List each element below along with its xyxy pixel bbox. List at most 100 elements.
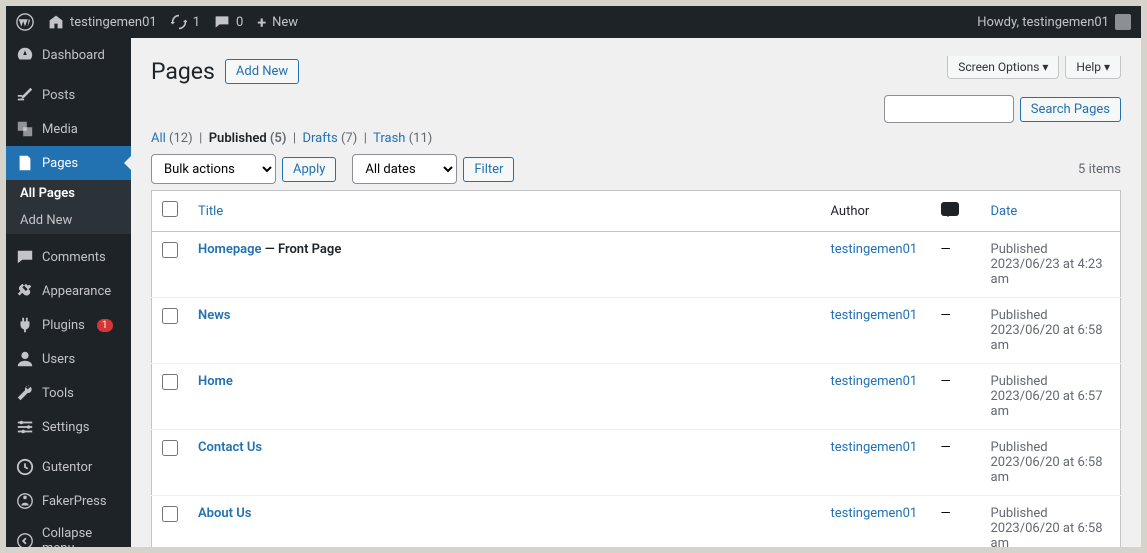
page-title-link[interactable]: About Us	[198, 506, 251, 521]
help-button[interactable]: Help ▾	[1065, 56, 1121, 79]
sidebar-item-label: Media	[42, 122, 78, 137]
date-cell: Published2023/06/20 at 6:58 am	[981, 430, 1121, 496]
row-checkbox[interactable]	[162, 242, 178, 258]
sidebar-item-label: FakerPress	[42, 494, 107, 509]
media-icon	[16, 120, 34, 138]
update-badge: 1	[97, 319, 113, 332]
table-row: Newstestingemen01—Published2023/06/20 at…	[152, 298, 1121, 364]
sidebar-item-pages[interactable]: Pages	[6, 146, 131, 180]
sidebar-item-label: Comments	[42, 250, 106, 265]
author-link[interactable]: testingemen01	[831, 374, 918, 389]
table-row: Contact Us testingemen01 —Published2023/06…	[152, 430, 1121, 496]
sidebar-item-plugins[interactable]: Plugins1	[6, 308, 131, 342]
sidebar-item-users[interactable]: Users	[6, 342, 131, 376]
author-link[interactable]: testingemen01	[831, 440, 918, 455]
filter-all[interactable]: All (12)	[151, 131, 193, 146]
author-link[interactable]: testingemen01	[831, 506, 918, 521]
table-row: Home testingemen01 —Published2023/06/20 at…	[152, 364, 1121, 430]
item-count-top: 5 items	[1078, 162, 1121, 177]
row-checkbox[interactable]	[162, 308, 178, 324]
plugins-icon	[16, 316, 34, 334]
comments-cell: —	[931, 232, 981, 298]
dashboard-icon	[16, 46, 34, 64]
author-link[interactable]: testingemen01	[831, 308, 918, 323]
date-filter-select[interactable]: All dates	[352, 154, 457, 184]
sidebar-item-gutentor[interactable]: Gutentor	[6, 450, 131, 484]
sidebar-item-label: Dashboard	[42, 48, 105, 63]
search-input[interactable]	[884, 95, 1014, 123]
select-all-top[interactable]	[162, 201, 178, 217]
sidebar-item-posts[interactable]: Posts	[6, 78, 131, 112]
page-title-link[interactable]: Contact Us	[198, 440, 262, 455]
post-state: — Front Page	[262, 242, 342, 257]
row-checkbox[interactable]	[162, 374, 178, 390]
sidebar-item-label: Settings	[42, 420, 89, 435]
my-account[interactable]: Howdy, testingemen01	[977, 14, 1131, 30]
sidebar-item-label: Appearance	[42, 284, 111, 299]
page-title-link[interactable]: Homepage	[198, 242, 262, 257]
col-date[interactable]: Date	[981, 191, 1121, 232]
sidebar-item-appearance[interactable]: Appearance	[6, 274, 131, 308]
sidebar-item-label: Posts	[42, 88, 75, 103]
status-filters: All (12) | Published (5) | Drafts (7) | …	[151, 131, 1121, 146]
sidebar-item-settings[interactable]: Settings	[6, 410, 131, 444]
users-icon	[16, 350, 34, 368]
sidebar-item-comments[interactable]: Comments	[6, 240, 131, 274]
col-comments[interactable]	[931, 191, 981, 232]
apply-button-top[interactable]: Apply	[282, 157, 336, 182]
sidebar-item-label: Tools	[42, 386, 74, 401]
author-link[interactable]: testingemen01	[831, 242, 918, 257]
col-author: Author	[821, 191, 931, 232]
sidebar-item-collapse-menu[interactable]: Collapse menu	[6, 518, 131, 547]
submenu-item-add-new[interactable]: Add New	[6, 207, 131, 234]
sidebar-item-dashboard[interactable]: Dashboard	[6, 38, 131, 72]
pages-table: Title Author Date Homepage — Front Page t…	[151, 190, 1121, 547]
date-cell: Published2023/06/20 at 6:57 am	[981, 364, 1121, 430]
table-row: About Us testingemen01 —Published2023/06/2…	[152, 496, 1121, 548]
appearance-icon	[16, 282, 34, 300]
admin-sidebar: Dashboard Posts Media Pages All PagesAdd New…	[6, 38, 131, 547]
gutentor-icon	[16, 458, 34, 476]
wp-logo[interactable]	[16, 13, 34, 31]
table-row: Homepage — Front Page testingemen01 —Publi…	[152, 232, 1121, 298]
sidebar-item-tools[interactable]: Tools	[6, 376, 131, 410]
page-title: Pages	[151, 58, 215, 85]
comments-cell: —	[931, 496, 981, 548]
add-new-button[interactable]: Add New	[225, 59, 299, 84]
sidebar-item-label: Collapse menu	[42, 526, 121, 547]
sidebar-item-label: Gutentor	[42, 460, 92, 475]
filter-drafts[interactable]: Drafts (7)	[302, 131, 357, 146]
sidebar-item-label: Pages	[42, 156, 78, 171]
filter-button[interactable]: Filter	[463, 157, 514, 182]
filter-published[interactable]: Published (5)	[209, 131, 287, 146]
page-title-link[interactable]: Home	[198, 374, 233, 389]
search-submit-button[interactable]: Search Pages	[1020, 97, 1121, 122]
updates-link[interactable]: 1	[171, 14, 200, 30]
settings-icon	[16, 418, 34, 436]
date-cell: Published2023/06/20 at 6:58 am	[981, 496, 1121, 548]
admin-toolbar: testingemen01 1 0 +New Howdy, testingeme…	[6, 6, 1141, 38]
fakerpress-icon	[16, 492, 34, 510]
comments-link[interactable]: 0	[214, 14, 243, 30]
pages-icon	[16, 154, 34, 172]
row-checkbox[interactable]	[162, 506, 178, 522]
new-content-link[interactable]: +New	[257, 13, 298, 32]
posts-icon	[16, 86, 34, 104]
row-checkbox[interactable]	[162, 440, 178, 456]
page-title-link[interactable]: News	[198, 308, 230, 323]
filter-trash[interactable]: Trash (11)	[373, 131, 432, 146]
date-cell: Published2023/06/23 at 4:23 am	[981, 232, 1121, 298]
site-name-link[interactable]: testingemen01	[48, 14, 157, 30]
comment-icon	[941, 202, 959, 216]
date-cell: Published2023/06/20 at 6:58 am	[981, 298, 1121, 364]
comments-cell: —	[931, 364, 981, 430]
comments-cell: —	[931, 430, 981, 496]
bulk-actions-select-top[interactable]: Bulk actions	[151, 154, 276, 184]
sidebar-item-media[interactable]: Media	[6, 112, 131, 146]
sidebar-item-fakerpress[interactable]: FakerPress	[6, 484, 131, 518]
submenu-item-all-pages[interactable]: All Pages	[6, 180, 131, 207]
col-title[interactable]: Title	[188, 191, 821, 232]
screen-options-button[interactable]: Screen Options ▾	[947, 56, 1059, 79]
sidebar-item-label: Users	[42, 352, 75, 367]
content-area: Screen Options ▾ Help ▾ Pages Add New Se…	[131, 38, 1141, 547]
